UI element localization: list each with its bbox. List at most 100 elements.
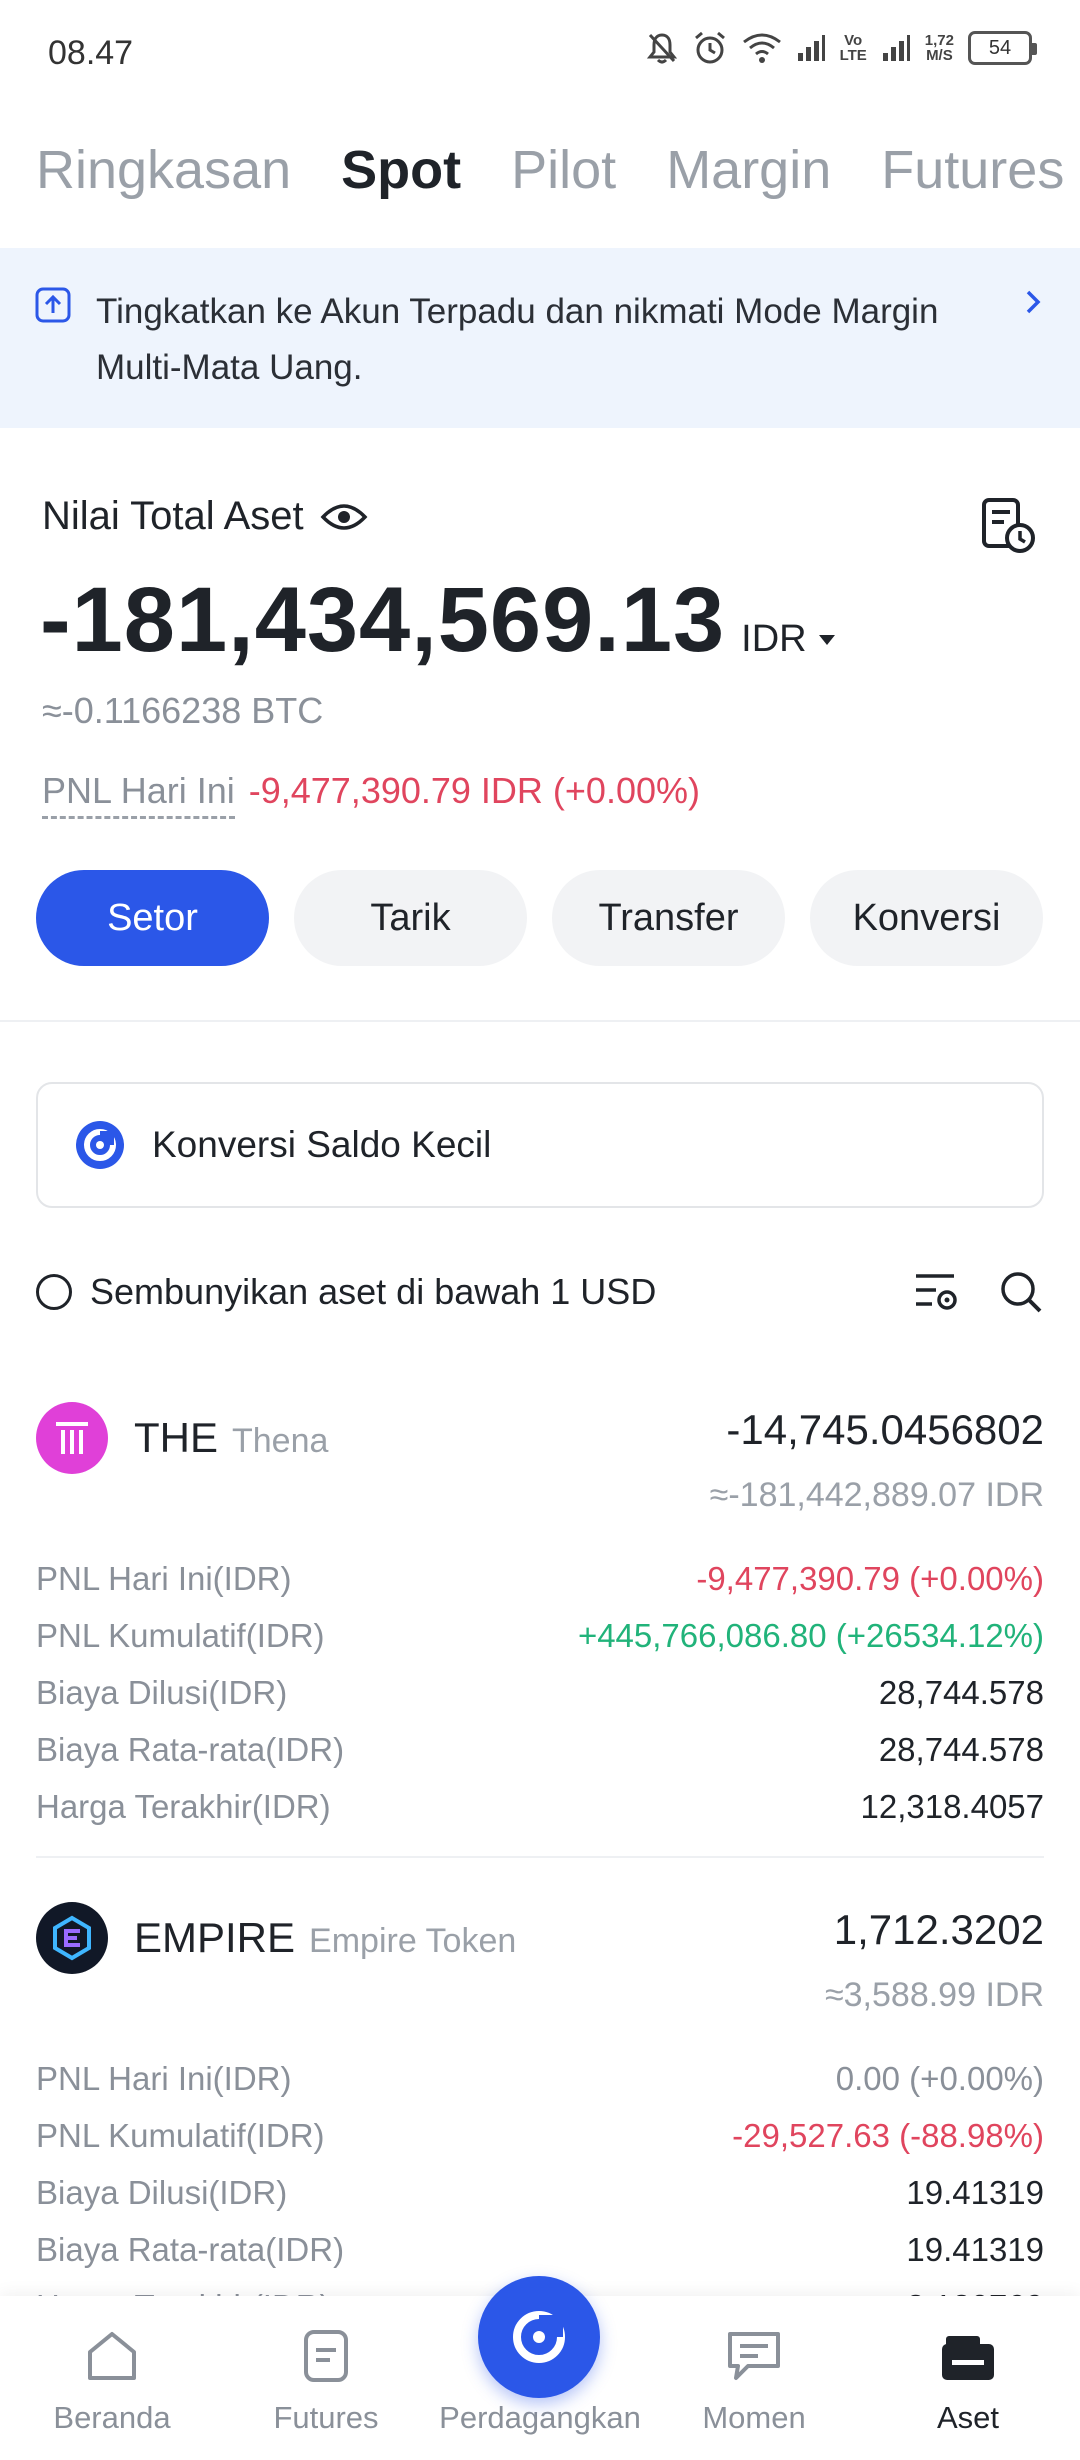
row-value: 12,318.4057 (860, 1787, 1044, 1825)
coin-symbol: THE Thena (134, 1414, 328, 1462)
total-asset-value: -181,434,569.13 IDR (40, 568, 837, 673)
row-value: 0.00 (+0.00%) (835, 2059, 1044, 2097)
alarm-icon (694, 31, 725, 64)
battery-indicator: 54 (968, 31, 1037, 65)
row-label: Biaya Dilusi(IDR) (36, 2173, 288, 2211)
row-value: 28,744.578 (878, 1730, 1044, 1768)
section-divider (0, 1020, 1080, 1022)
mute-bell-icon (646, 33, 677, 64)
nav-label: Perdagangkan (439, 2400, 641, 2435)
asset-row: PNL Kumulatif(IDR) +445,766,086.80 (+2653… (36, 1607, 1044, 1664)
asset-row: PNL Hari Ini(IDR) -9,477,390.79 (+0.00%) (36, 1550, 1044, 1607)
convert-small-balance-card[interactable]: Konversi Saldo Kecil (36, 1082, 1044, 1208)
row-label: PNL Kumulatif(IDR) (36, 1616, 325, 1654)
signal-icon (797, 35, 825, 61)
asset-header: EMPIRE Empire Token 1,712.3202 ≈3,588.99 … (36, 1900, 1044, 2050)
row-label: Biaya Rata-rata(IDR) (36, 2230, 345, 2268)
row-label: Biaya Rata-rata(IDR) (36, 1730, 345, 1768)
unified-account-banner[interactable]: Tingkatkan ke Akun Terpadu dan nikmati M… (0, 248, 1080, 428)
asset-row: PNL Kumulatif(IDR) -29,527.63 (-88.98%) (36, 2107, 1044, 2164)
network-type: Vo LTE (839, 32, 867, 64)
asset-filter-row: Sembunyikan aset di bawah 1 USD (36, 1262, 1044, 1322)
nav-beranda[interactable]: Beranda (4, 2296, 220, 2460)
asset-row: Biaya Rata-rata(IDR) 28,744.578 (36, 1721, 1044, 1778)
coin-full-name: Empire Token (309, 1922, 517, 1960)
nav-label: Aset (936, 2400, 1000, 2435)
filter-icons (912, 1269, 1044, 1315)
nav-futures[interactable]: Futures (218, 2296, 434, 2460)
today-pnl-label[interactable]: PNL Hari Ini (42, 770, 235, 819)
home-icon (88, 2332, 136, 2380)
tab-margin[interactable]: Margin (666, 139, 831, 201)
row-value: -29,527.63 (-88.98%) (732, 2116, 1044, 2154)
coin-ticker: EMPIRE (134, 1914, 296, 1961)
coin-amount: -14,745.0456802 (726, 1406, 1044, 1453)
coin-idr-value: ≈-181,442,889.07 IDR (709, 1476, 1044, 1514)
tab-spot[interactable]: Spot (341, 139, 461, 201)
upgrade-icon (35, 287, 71, 323)
convert-button[interactable]: Konversi (810, 870, 1043, 966)
withdraw-button[interactable]: Tarik (294, 870, 527, 966)
tab-pilot[interactable]: Pilot (511, 139, 616, 201)
asset-history-icon[interactable] (978, 496, 1038, 556)
row-value: 19.41319 (906, 2230, 1044, 2268)
tab-ringkasan[interactable]: Ringkasan (36, 139, 291, 201)
coin-ticker: THE (134, 1414, 218, 1461)
asset-row: Biaya Dilusi(IDR) 28,744.578 (36, 1664, 1044, 1721)
signal-icon-2 (882, 35, 910, 61)
chat-icon (728, 2332, 780, 2380)
asset-item-empire[interactable]: EMPIRE Empire Token 1,712.3202 ≈3,588.99 … (36, 1900, 1044, 2335)
row-label: PNL Hari Ini(IDR) (36, 2059, 292, 2097)
hide-small-assets-radio[interactable] (36, 1274, 72, 1310)
assets-spot-screen: 08.47 Vo LTE 1,72 M/S 54 Ringkasan Spot … (0, 0, 1080, 2460)
nav-label: Futures (273, 2400, 379, 2435)
asset-row: Harga Terakhir(IDR) 12,318.4057 (36, 1778, 1044, 1835)
status-bar: 08.47 Vo LTE 1,72 M/S 54 (0, 0, 1080, 110)
search-icon[interactable] (998, 1269, 1044, 1315)
asset-actions: Setor Tarik Transfer Konversi (36, 870, 1044, 966)
row-value: 28,744.578 (878, 1673, 1044, 1711)
empire-logo-icon (36, 1902, 108, 1974)
nav-momen[interactable]: Momen (646, 2296, 862, 2460)
asset-divider (36, 1856, 1044, 1858)
trade-icon (513, 2311, 565, 2363)
futures-icon (304, 2330, 348, 2382)
nav-label: Momen (702, 2400, 806, 2435)
trade-fab-button[interactable] (478, 2276, 600, 2398)
convert-small-balance-label: Konversi Saldo Kecil (152, 1124, 492, 1165)
thena-logo-icon (36, 1402, 108, 1474)
coin-amount: 1,712.3202 (833, 1906, 1044, 1953)
row-value: 19.41319 (906, 2173, 1044, 2211)
eye-icon[interactable] (320, 501, 368, 533)
row-label: PNL Hari Ini(IDR) (36, 1559, 292, 1597)
chevron-right-icon[interactable] (1022, 284, 1046, 320)
asset-item-the[interactable]: THE Thena -14,745.0456802 ≈-181,442,889.0… (36, 1400, 1044, 1835)
status-icons: Vo LTE 1,72 M/S 54 (646, 30, 1037, 66)
total-asset-label: Nilai Total Aset (42, 494, 304, 538)
row-value: -9,477,390.79 (+0.00%) (696, 1559, 1044, 1597)
today-pnl-value: -9,477,390.79 IDR (+0.00%) (248, 770, 700, 811)
transfer-button[interactable]: Transfer (552, 870, 785, 966)
currency-label: IDR (741, 618, 807, 660)
asset-header: THE Thena -14,745.0456802 ≈-181,442,889.0… (36, 1400, 1044, 1550)
banner-text: Tingkatkan ke Akun Terpadu dan nikmati M… (96, 292, 939, 387)
asset-row: Biaya Rata-rata(IDR) 19.41319 (36, 2221, 1044, 2278)
row-label: PNL Kumulatif(IDR) (36, 2116, 325, 2154)
row-value: +445,766,086.80 (+26534.12%) (577, 1616, 1044, 1654)
filter-settings-icon[interactable] (912, 1270, 960, 1314)
network-speed: 1,72 M/S (924, 32, 954, 64)
caret-down-icon (818, 634, 835, 645)
currency-selector[interactable]: IDR (741, 618, 836, 661)
asset-row: Biaya Dilusi(IDR) 19.41319 (36, 2164, 1044, 2221)
hide-small-assets-label[interactable]: Sembunyikan aset di bawah 1 USD (90, 1271, 656, 1313)
tab-futures[interactable]: Futures (881, 139, 1064, 201)
deposit-button[interactable]: Setor (36, 870, 269, 966)
coin-symbol: EMPIRE Empire Token (134, 1914, 516, 1962)
total-asset-amount: -181,434,569.13 (40, 569, 726, 671)
nav-aset[interactable]: Aset (860, 2296, 1076, 2460)
asset-row: PNL Hari Ini(IDR) 0.00 (+0.00%) (36, 2050, 1044, 2107)
status-time: 08.47 (48, 34, 134, 72)
coin-idr-value: ≈3,588.99 IDR (824, 1976, 1044, 2014)
coin-full-name: Thena (232, 1422, 329, 1460)
convert-icon (76, 1121, 124, 1169)
